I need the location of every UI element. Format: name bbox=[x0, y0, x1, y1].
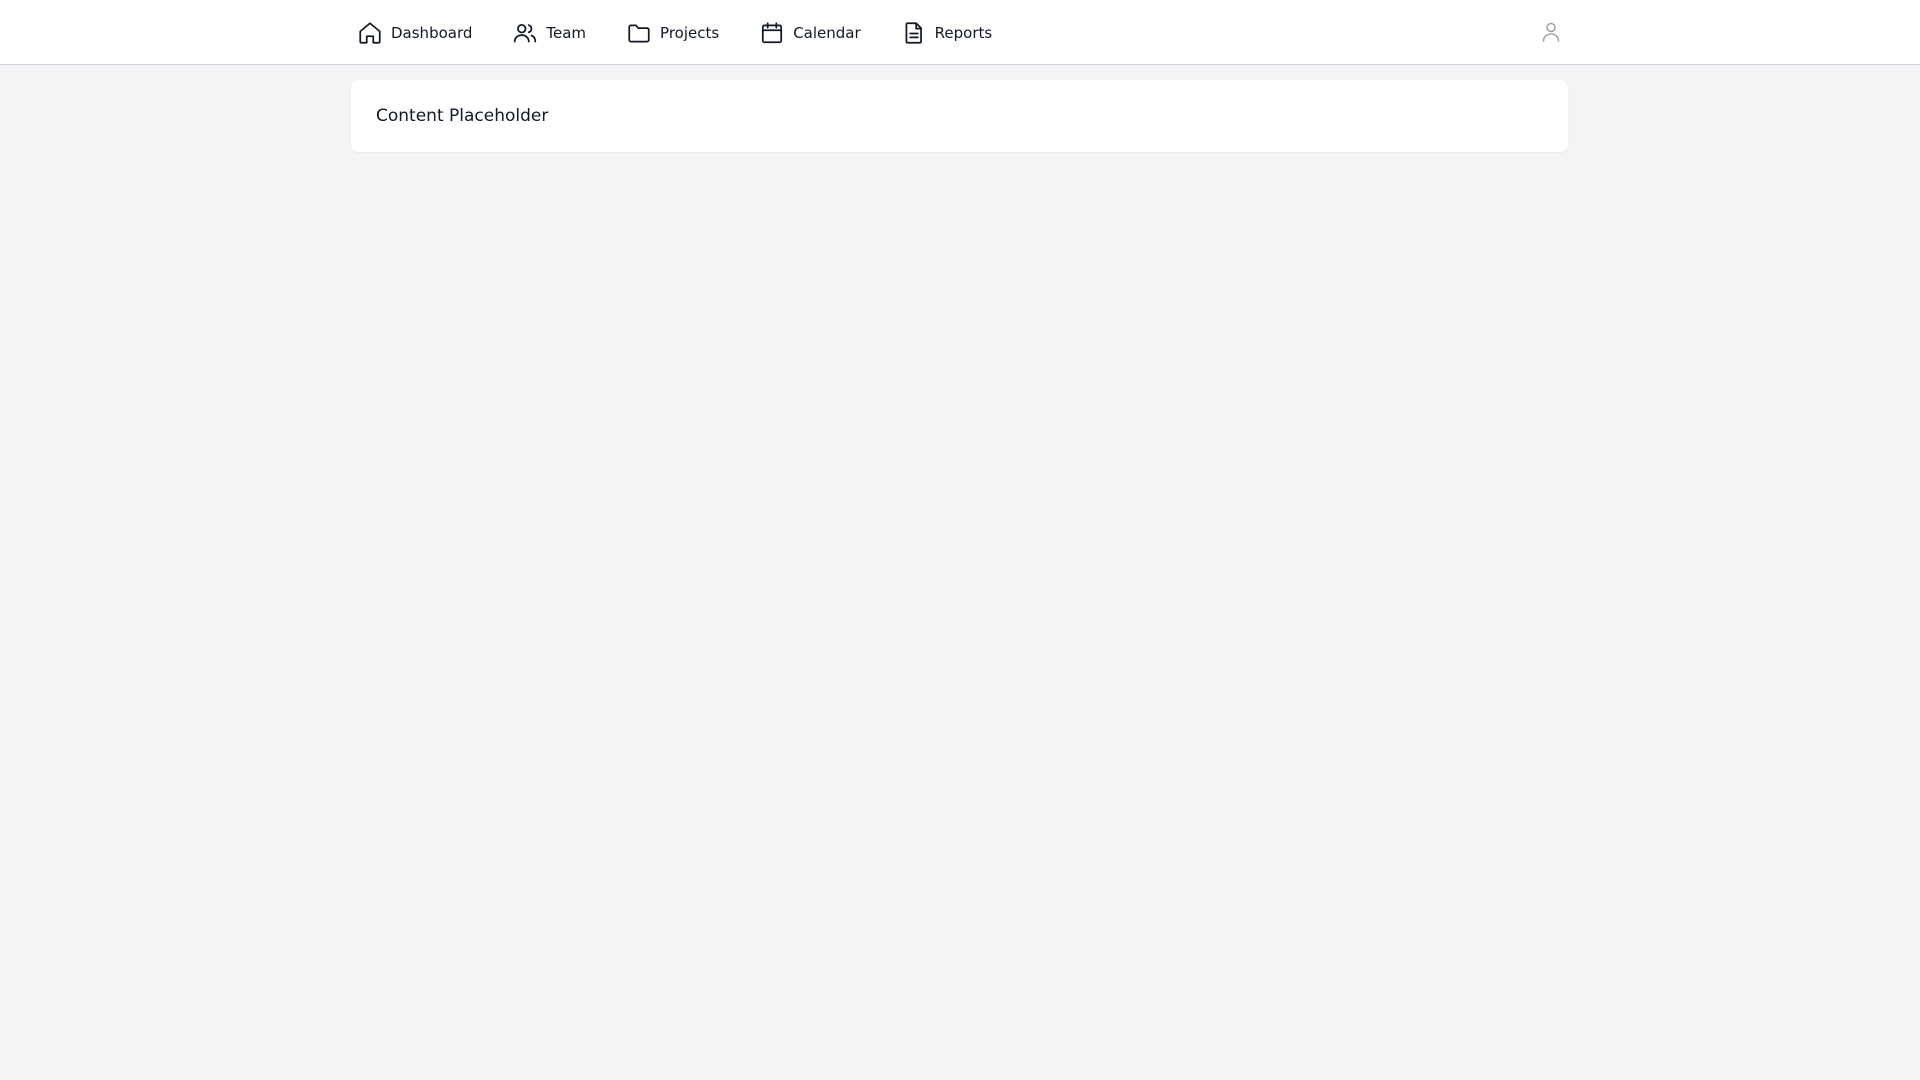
content-card: Content Placeholder bbox=[351, 80, 1568, 152]
document-icon bbox=[901, 20, 927, 46]
folder-icon bbox=[626, 20, 652, 46]
nav-item-label: Reports bbox=[934, 23, 993, 42]
nav-item-label: Calendar bbox=[793, 23, 861, 42]
user-icon bbox=[1539, 20, 1563, 44]
nav-item-label: Team bbox=[546, 23, 587, 42]
users-icon bbox=[512, 20, 538, 46]
content-placeholder-text: Content Placeholder bbox=[376, 106, 549, 126]
nav-item-team[interactable]: Team bbox=[506, 13, 592, 53]
calendar-icon bbox=[759, 20, 785, 46]
nav-item-dashboard[interactable]: Dashboard bbox=[351, 13, 478, 53]
main-nav: Dashboard Team Projects Calendar Reports bbox=[351, 0, 1026, 65]
nav-item-calendar[interactable]: Calendar bbox=[753, 13, 866, 53]
nav-item-label: Dashboard bbox=[391, 23, 473, 42]
top-navigation-bar: Dashboard Team Projects Calendar Reports bbox=[0, 0, 1920, 65]
home-icon bbox=[357, 20, 383, 46]
nav-item-reports[interactable]: Reports bbox=[895, 13, 999, 53]
nav-item-projects[interactable]: Projects bbox=[620, 13, 725, 53]
user-menu-button[interactable] bbox=[1536, 17, 1566, 47]
nav-item-label: Projects bbox=[660, 23, 720, 42]
